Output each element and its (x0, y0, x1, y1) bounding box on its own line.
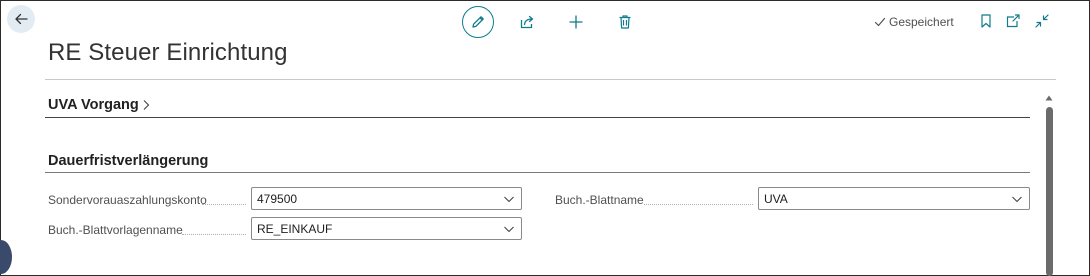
plus-icon (569, 15, 583, 29)
add-button[interactable] (566, 12, 586, 32)
scroll-up-arrow-icon[interactable] (1045, 94, 1053, 102)
saved-status-text: Gespeichert (889, 15, 954, 29)
chevron-right-icon (143, 100, 150, 110)
section-header-dauerfristverlaengerung[interactable]: Dauerfristverlängerung (48, 153, 208, 169)
label-leader-dots (202, 204, 246, 205)
label-leader-dots (644, 204, 753, 205)
section-divider (45, 117, 1030, 118)
saved-status: Gespeichert (874, 15, 954, 29)
collapse-button[interactable] (1033, 12, 1051, 30)
share-icon (520, 15, 534, 29)
section-divider (45, 172, 1030, 173)
chevron-down-icon[interactable] (503, 193, 515, 205)
share-button[interactable] (517, 12, 537, 32)
field-value: RE_EINKAUF (257, 221, 333, 236)
field-value: UVA (764, 191, 788, 206)
blattname-select[interactable]: UVA (758, 187, 1030, 210)
field-value: 479500 (257, 191, 298, 206)
delete-button[interactable] (615, 12, 635, 32)
chevron-down-icon[interactable] (1011, 193, 1023, 205)
title-divider (45, 79, 1056, 80)
field-label-blattvorlagenname: Buch.-Blattvorlagenname (48, 223, 183, 237)
open-in-new-window-icon (1006, 14, 1020, 28)
pencil-icon (472, 16, 484, 28)
arrow-left-icon (15, 13, 28, 25)
page-title: RE Steuer Einrichtung (48, 39, 288, 66)
back-button[interactable] (7, 5, 35, 33)
field-label-blattname: Buch.-Blattname (555, 193, 644, 207)
section-header-uva-vorgang[interactable]: UVA Vorgang (48, 97, 151, 113)
checkmark-icon (874, 17, 886, 27)
collapse-icon (1035, 14, 1049, 28)
blattvorlagenname-select[interactable]: RE_EINKAUF (251, 217, 522, 240)
scrollbar-thumb[interactable] (1046, 107, 1053, 276)
label-leader-dots (182, 234, 246, 235)
open-new-window-button[interactable] (1004, 12, 1022, 30)
sondervorauszahlungskonto-select[interactable]: 479500 (251, 187, 522, 210)
trash-icon (619, 15, 631, 29)
section-title: UVA Vorgang (48, 97, 139, 113)
bookmark-button[interactable] (977, 12, 995, 30)
field-label-sondervorauszahlungskonto: Sondervorauaszahlungskonto (48, 193, 207, 207)
section-title: Dauerfristverlängerung (48, 153, 209, 169)
edit-button[interactable] (462, 6, 494, 38)
chevron-down-icon[interactable] (503, 223, 515, 235)
bookmark-icon (981, 14, 991, 28)
